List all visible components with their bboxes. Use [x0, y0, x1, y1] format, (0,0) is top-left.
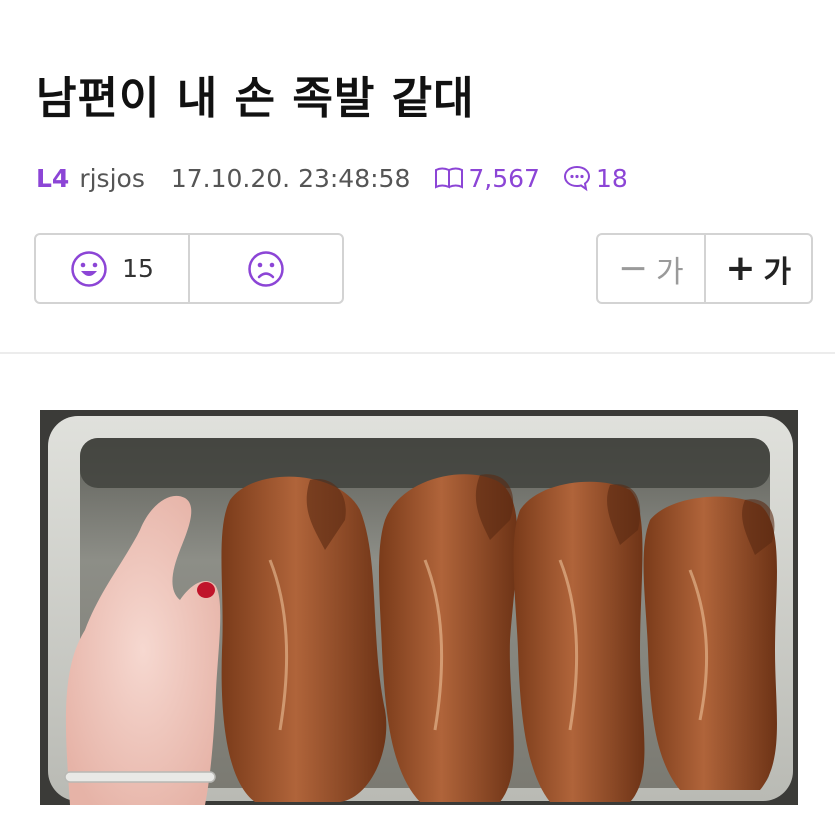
like-count: 15 [122, 254, 154, 283]
vote-box: 15 [34, 233, 344, 304]
author-name[interactable]: rjsjos [79, 164, 145, 193]
smile-icon [71, 250, 107, 287]
view-count: 7,567 [434, 164, 540, 193]
trotter-3 [513, 481, 645, 802]
font-size-controls: − 가 + 가 [596, 233, 813, 304]
post-photo-illustration [40, 410, 798, 805]
trotter-1 [221, 476, 387, 802]
minus-icon: − [617, 248, 649, 289]
trotter-2 [378, 474, 518, 802]
like-button[interactable]: 15 [36, 235, 188, 302]
dislike-button[interactable] [188, 235, 342, 302]
trotter-4 [643, 496, 777, 790]
post-title: 남편이 내 손 족발 같대 [36, 73, 475, 124]
comment-count-value: 18 [595, 163, 628, 193]
plus-icon: + [725, 248, 756, 289]
font-increase-button[interactable]: + 가 [703, 235, 812, 302]
font-decrease-button[interactable]: − 가 [598, 235, 704, 302]
divider [0, 352, 835, 354]
post-date: 17.10.20. 23:48:58 [170, 163, 411, 193]
font-decrease-label: 가 [656, 254, 684, 290]
user-level-badge: L4 [36, 163, 70, 193]
chat-bubble-icon [563, 165, 590, 192]
book-icon [435, 167, 464, 189]
post-image [40, 410, 798, 805]
post-meta: L4 rjsjos 17.10.20. 23:48:58 7,567 18 [36, 158, 650, 198]
font-increase-label: 가 [763, 254, 792, 290]
frown-icon [248, 250, 284, 287]
comment-count[interactable]: 18 [562, 164, 628, 193]
view-count-value: 7,567 [468, 163, 540, 193]
